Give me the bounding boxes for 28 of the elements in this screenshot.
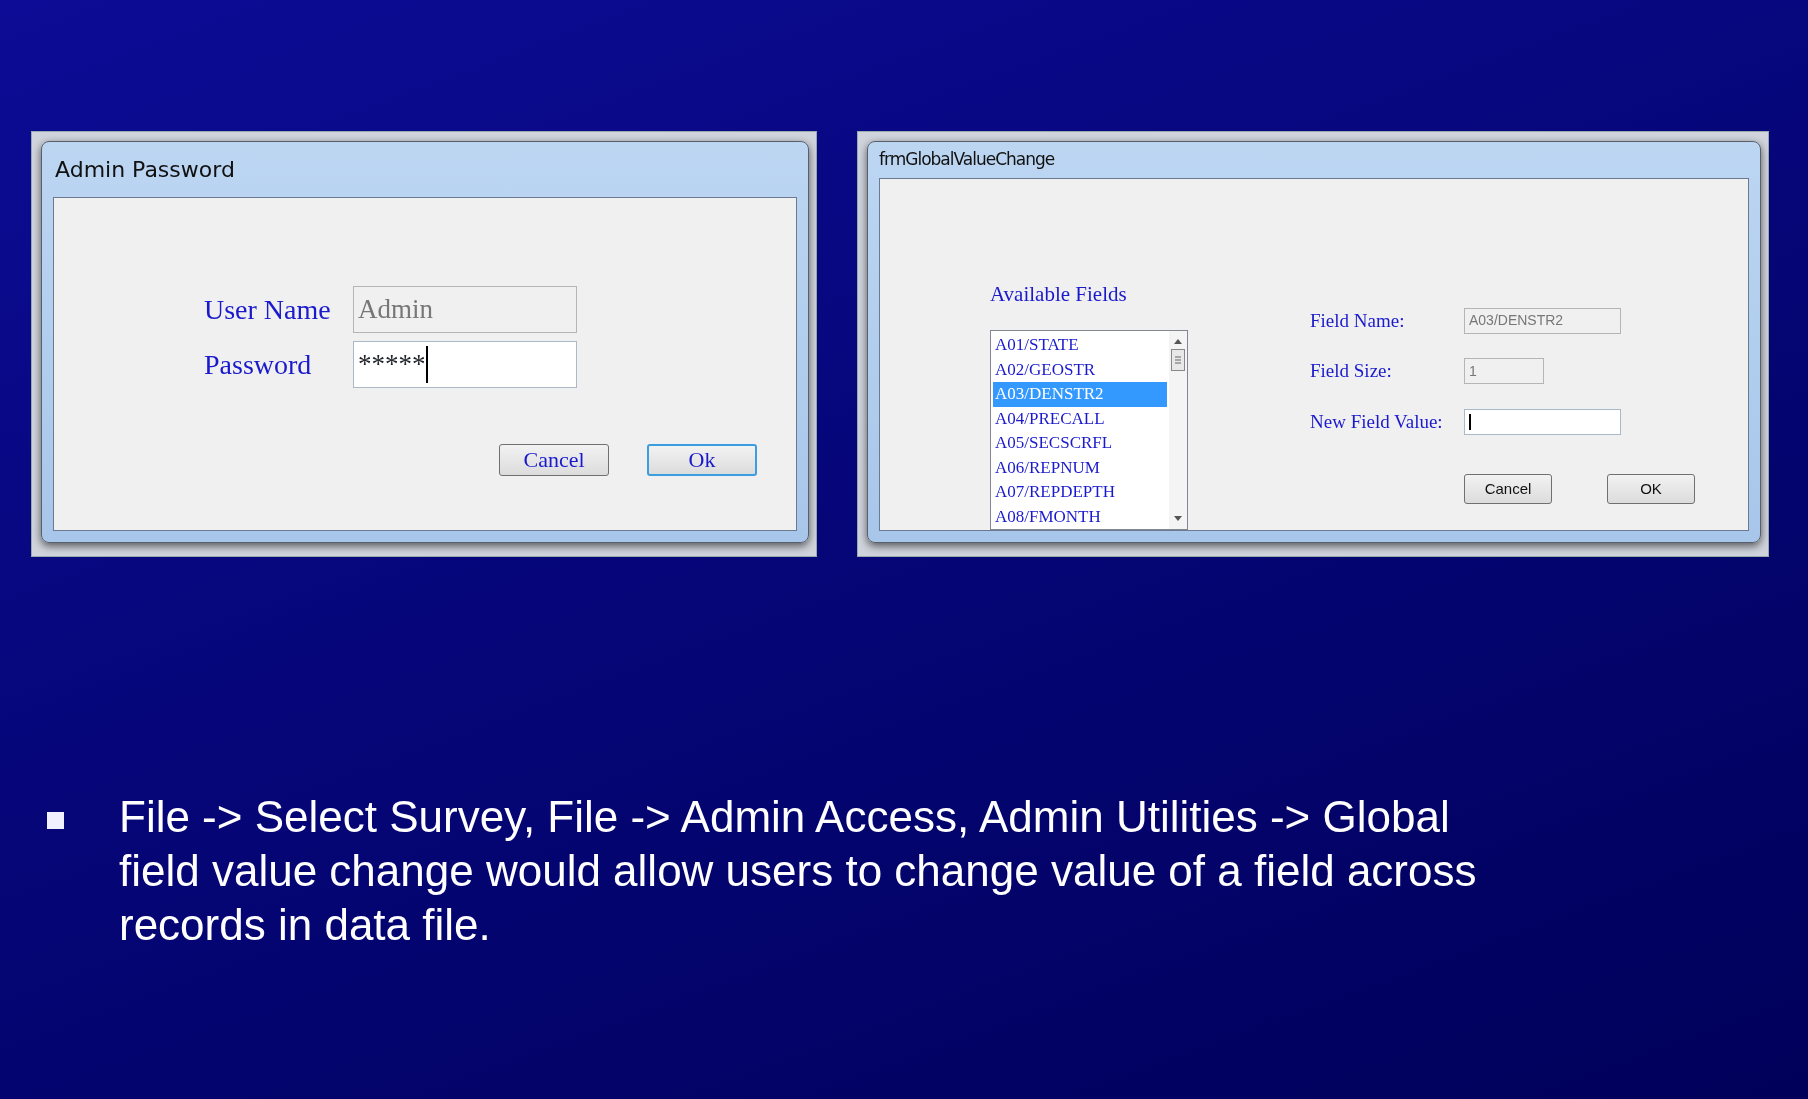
list-item[interactable]: A02/GEOSTR (993, 357, 1167, 382)
field-list[interactable]: A01/STATE A02/GEOSTR A03/DENSTR2 A04/PRECALL A05/SECSCRFL A06/REPNUM A07/REPDEPTH A08/FMONTH (990, 330, 1188, 530)
list-item[interactable]: A04/PRECALL (993, 406, 1167, 431)
scroll-thumb[interactable] (1171, 349, 1185, 371)
dialog-button[interactable]: Cancel (1464, 474, 1552, 504)
bullet-text: File -> Select Survey, File -> Admin Access, Admin Utilities -> Global field value change would allow users to change value of a field across records in data file. (119, 791, 1478, 951)
input-field[interactable] (1464, 408, 1621, 435)
field-label: Password (204, 347, 313, 382)
list-item[interactable]: A05/SECSCRFL (993, 431, 1167, 456)
dialog-button[interactable]: Ok (647, 444, 757, 476)
list-item[interactable]: A06/REPNUM (993, 455, 1167, 480)
scrollbar[interactable] (1169, 331, 1187, 529)
list-item[interactable]: A08/FMONTH (993, 504, 1167, 529)
dialog-button[interactable]: Cancel (499, 444, 609, 476)
field-label: User Name (204, 292, 332, 327)
list-item[interactable]: A01/STATE (993, 333, 1167, 358)
window-title: frmGlobalValueChange (879, 148, 1055, 171)
input-field[interactable]: ***** (353, 341, 577, 388)
scroll-down-icon[interactable] (1173, 515, 1183, 523)
field-label: Field Name: (1310, 308, 1406, 333)
field-label: New Field Value: (1310, 409, 1444, 434)
dialog-button[interactable]: OK (1607, 474, 1695, 504)
scroll-up-icon[interactable] (1173, 337, 1183, 345)
bullet-icon (47, 812, 64, 829)
list-label: Available Fields (990, 280, 1128, 308)
list-item[interactable]: A07/REPDEPTH (993, 480, 1167, 505)
window-title: Admin Password (54, 156, 235, 184)
field-label: Field Size: (1310, 359, 1393, 383)
